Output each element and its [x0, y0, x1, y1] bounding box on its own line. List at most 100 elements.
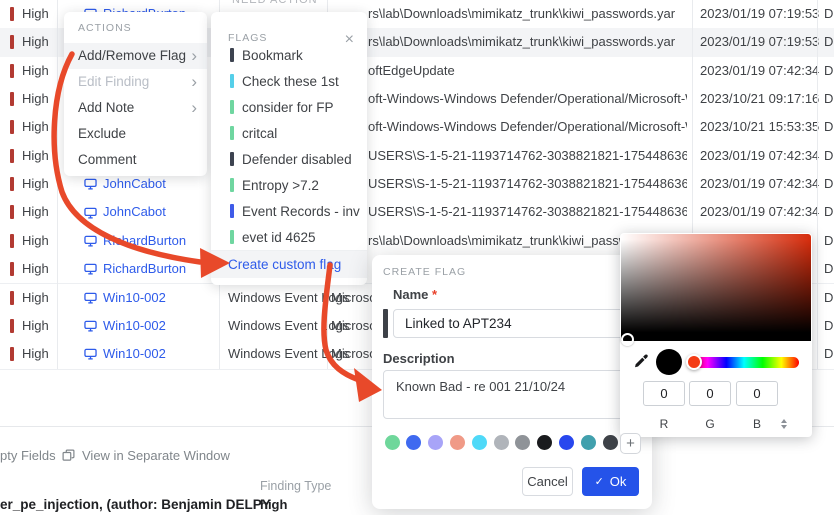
timestamp-cell: 2023/01/19 07:42:34	[700, 170, 819, 198]
color-mode-toggle-icon[interactable]	[781, 419, 787, 429]
clipped-top-text: NEED ACTION	[232, 0, 318, 6]
flag-item-label: Check these 1st	[242, 74, 339, 89]
current-color-preview	[656, 349, 682, 375]
hostname-link[interactable]: RichardBurton	[84, 255, 186, 283]
dialog-title: CREATE FLAG	[383, 266, 466, 278]
required-asterisk: *	[432, 287, 437, 302]
severity-bar	[10, 347, 14, 361]
severity-bar	[10, 35, 14, 49]
flag-item-check-these-1st[interactable]: Check these 1st	[211, 68, 367, 94]
name-label: Name *	[393, 287, 437, 302]
color-swatch[interactable]	[559, 435, 574, 450]
create-custom-flag-item[interactable]: Create custom flag	[211, 251, 367, 278]
color-swatch[interactable]	[603, 435, 618, 450]
cancel-button[interactable]: Cancel	[522, 467, 573, 496]
hostname-link[interactable]: Win10-002	[84, 312, 166, 340]
flag-item-defender-disabled[interactable]: Defender disabled	[211, 146, 367, 172]
flag-item-entropy-7-2[interactable]: Entropy >7.2	[211, 172, 367, 198]
flag-item-consider-for-fp[interactable]: consider for FP	[211, 94, 367, 120]
monitor-icon	[84, 263, 97, 275]
green-label: G	[689, 417, 731, 431]
flag-item-bookmark[interactable]: Bookmark	[211, 42, 367, 68]
path-cell: USERS\S-1-5-21-1193714762-3038821821-175…	[368, 198, 687, 226]
chevron-right-icon: ›	[191, 69, 197, 94]
domain-cell: D	[824, 0, 833, 28]
green-value-input[interactable]: 0	[689, 381, 731, 406]
severity-label: High	[22, 227, 49, 255]
eyedropper-icon[interactable]	[633, 353, 649, 369]
flag-name-input[interactable]: Linked to APT234	[393, 309, 649, 338]
severity-bar	[10, 7, 14, 21]
flag-item-event-records-inv[interactable]: Event Records - inv	[211, 198, 367, 224]
actions-menu-item-add-remove-flag[interactable]: Add/Remove Flag›	[64, 43, 207, 69]
flags-submenu: FLAGS × Create custom flag BookmarkCheck…	[211, 12, 367, 285]
severity-label: High	[22, 0, 49, 28]
app-screen: HighRichardBurtonrs\lab\Downloads\mimika…	[0, 0, 834, 515]
actions-context-menu: ACTIONS Add/Remove Flag›Edit Finding›Add…	[64, 12, 207, 176]
timestamp-cell: 2023/01/19 07:42:34	[700, 142, 819, 170]
severity-label: High	[22, 255, 49, 283]
red-value-input[interactable]: 0	[643, 381, 685, 406]
color-picker: 0 0 0 R G B	[620, 233, 812, 437]
hostname-link[interactable]: JohnCabot	[84, 198, 166, 226]
hostname-link[interactable]: Win10-002	[84, 340, 166, 368]
path-cell: Microso	[331, 340, 377, 368]
severity-label: High	[22, 57, 49, 85]
finding-detail-text: er_pe_injection, (author: Benjamin DELPY	[0, 497, 271, 512]
chevron-right-icon: ›	[191, 43, 197, 68]
timestamp-cell: 2023/01/19 07:42:34	[700, 198, 819, 226]
severity-bar	[10, 319, 14, 333]
description-label: Description	[383, 351, 455, 366]
create-custom-flag-label: Create custom flag	[228, 257, 341, 272]
ok-button[interactable]: ✓ Ok	[582, 467, 639, 496]
flag-description-input[interactable]: Known Bad - re 001 21/10/24	[383, 370, 649, 419]
hue-slider-thumb[interactable]	[686, 354, 702, 370]
flag-color-bar	[230, 230, 234, 244]
severity-label: High	[22, 85, 49, 113]
saturation-value-area[interactable]	[621, 234, 811, 341]
color-swatch[interactable]	[450, 435, 465, 450]
blue-value-input[interactable]: 0	[736, 381, 778, 406]
severity-bar	[10, 177, 14, 191]
hostname-link[interactable]: Win10-002	[84, 284, 166, 312]
actions-menu-item-add-note[interactable]: Add Note›	[64, 95, 207, 121]
color-swatch[interactable]	[515, 435, 530, 450]
domain-cell: D	[824, 170, 833, 198]
hostname-label: Win10-002	[103, 340, 166, 368]
color-swatch[interactable]	[428, 435, 443, 450]
timestamp-cell: 2023/10/21 15:53:35	[700, 113, 819, 141]
hostname-link[interactable]: RichardBurton	[84, 227, 186, 255]
flag-item-evet-id-4625[interactable]: evet id 4625	[211, 224, 367, 250]
color-swatch[interactable]	[472, 435, 487, 450]
flag-item-label: Defender disabled	[242, 152, 352, 167]
actions-menu-item-exclude[interactable]: Exclude	[64, 121, 207, 147]
severity-label: High	[22, 198, 49, 226]
actions-menu-title: ACTIONS	[78, 22, 132, 34]
domain-cell: D	[824, 255, 833, 283]
color-swatch[interactable]	[406, 435, 421, 450]
severity-bar	[10, 64, 14, 78]
finding-type-label: Finding Type	[260, 479, 331, 493]
flag-item-critcal[interactable]: critcal	[211, 120, 367, 146]
flag-item-label: consider for FP	[242, 100, 334, 115]
hostname-label: RichardBurton	[103, 227, 186, 255]
actions-menu-item-comment[interactable]: Comment	[64, 147, 207, 173]
domain-cell: D	[824, 85, 833, 113]
sv-cursor[interactable]	[621, 333, 634, 346]
color-swatch[interactable]	[494, 435, 509, 450]
table-row[interactable]: High JohnCabot USERS\S-1-5-21-1193714762-3…	[0, 198, 834, 227]
view-in-separate-window-button[interactable]: View in Separate Window	[62, 448, 230, 463]
monitor-icon	[84, 320, 97, 332]
color-swatch[interactable]	[385, 435, 400, 450]
severity-bar	[10, 291, 14, 305]
view-label: View in Separate Window	[82, 448, 230, 463]
color-swatch[interactable]	[581, 435, 596, 450]
flag-color-indicator	[383, 309, 388, 338]
color-swatch[interactable]	[537, 435, 552, 450]
hue-slider[interactable]	[689, 357, 799, 368]
empty-fields-toggle[interactable]: pty Fields	[0, 448, 56, 463]
actions-menu-item-edit-finding[interactable]: Edit Finding›	[64, 69, 207, 95]
severity-bar	[10, 234, 14, 248]
add-color-button[interactable]: +	[620, 433, 641, 454]
severity-label: High	[22, 170, 49, 198]
